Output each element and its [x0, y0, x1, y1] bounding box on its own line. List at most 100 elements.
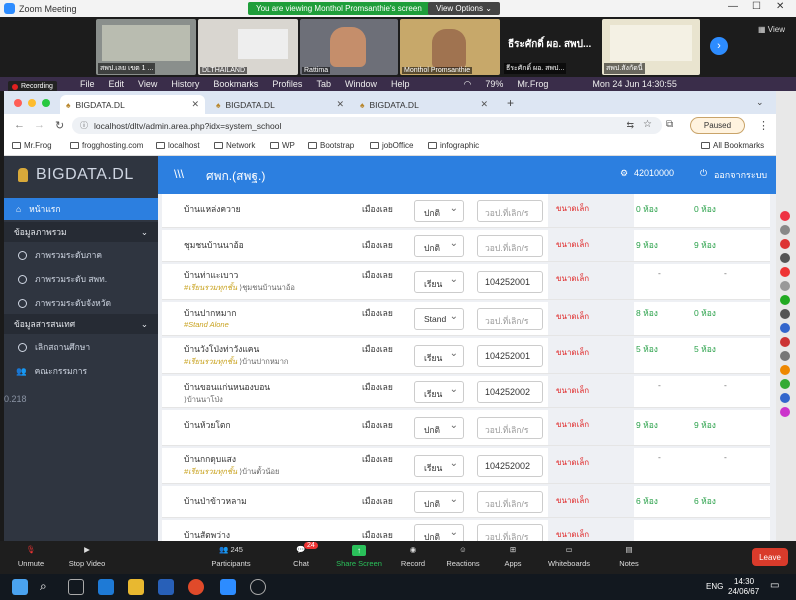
logout-link[interactable]: ออกจากระบบ [714, 168, 767, 182]
zoom-app-icon[interactable] [220, 579, 236, 595]
apps-button[interactable]: ⊞ Apps [484, 545, 542, 568]
close-tab-icon[interactable]: ✕ [336, 99, 344, 110]
maximize-window-button[interactable]: ☐ [752, 1, 761, 12]
browser-menu-icon[interactable]: ⋮ [758, 119, 769, 132]
school-code-input[interactable]: วอป.ที่เลิก/ร [477, 524, 543, 541]
chrome-icon[interactable] [188, 579, 204, 595]
settings-icon[interactable]: ⚙ [620, 168, 628, 179]
school-code-input[interactable]: วอป.ที่เลิก/ร [477, 200, 543, 222]
sidebar-item-home[interactable]: ⌂ หน้าแรก [4, 198, 158, 220]
close-traffic-light[interactable] [14, 99, 22, 107]
edge-icon[interactable] [98, 579, 114, 595]
status-select[interactable]: เรียน [414, 345, 464, 367]
menu-edit[interactable]: Edit [109, 79, 125, 89]
status-select[interactable]: ปกติ [414, 417, 464, 439]
chat-button[interactable]: 💬 Chat 24 [272, 542, 330, 568]
menu-bookmarks[interactable]: Bookmarks [213, 79, 258, 89]
menu-view[interactable]: View [138, 79, 157, 89]
zoom-traffic-light[interactable] [42, 99, 50, 107]
notification-icon[interactable]: ▭ [770, 580, 779, 591]
taskbar-date[interactable]: 24/06/67 [728, 587, 759, 596]
close-tab-icon[interactable]: ✕ [480, 99, 488, 110]
bookmark-folder[interactable]: Network [214, 141, 255, 150]
status-select[interactable]: เรียน [414, 381, 464, 403]
forward-icon[interactable]: → [34, 119, 45, 131]
menu-tab[interactable]: Tab [316, 79, 331, 89]
status-select[interactable]: เรียน [414, 271, 464, 293]
status-select[interactable]: ปกติ [414, 235, 464, 257]
close-tab-icon[interactable]: ✕ [191, 99, 199, 110]
menu-toggle-icon[interactable]: \\\ [174, 167, 184, 181]
menu-history[interactable]: History [171, 79, 199, 89]
whiteboards-button[interactable]: ▭ Whiteboards [540, 545, 598, 568]
sidebar-item-area[interactable]: ภาพรวมระดับ สพท. [4, 268, 158, 290]
browser-tab-2[interactable]: ♠ BIGDATA.DL ✕ [210, 95, 350, 114]
mac-user[interactable]: Mr.Frog [517, 79, 548, 89]
ie-icon[interactable] [158, 579, 174, 595]
url-field[interactable]: ⓘ localhost/dltv/admin.area.php?idx=syst… [72, 117, 662, 134]
task-view-icon[interactable] [68, 579, 84, 595]
minimize-window-button[interactable]: — [728, 1, 738, 12]
school-code-input[interactable]: วอป.ที่เลิก/ร [477, 491, 543, 513]
menu-help[interactable]: Help [391, 79, 410, 89]
app-brand[interactable]: BIGDATA.DL [4, 156, 158, 194]
status-select[interactable]: Stand [414, 308, 464, 330]
bookmark-folder[interactable]: Bootstrap [308, 141, 354, 150]
file-explorer-icon[interactable] [128, 579, 144, 595]
gallery-next-icon[interactable]: › [710, 37, 728, 55]
tab-search-icon[interactable]: ⌄ [756, 97, 764, 108]
status-select[interactable]: ปกติ [414, 491, 464, 513]
back-icon[interactable]: ← [14, 119, 25, 131]
status-select[interactable]: เรียน [414, 455, 464, 477]
reload-icon[interactable]: ↻ [55, 119, 64, 132]
user-id[interactable]: 42010000 [634, 168, 674, 178]
school-code-input[interactable]: วอป.ที่เลิก/ร [477, 235, 543, 257]
translate-icon[interactable]: ⇆ [626, 120, 634, 131]
sidebar-section-overview[interactable]: ข้อมูลภาพรวม ⌄ [4, 222, 158, 242]
participants-button[interactable]: 👥 245 Participants [202, 545, 260, 568]
school-code-input[interactable]: วอป.ที่เลิก/ร [477, 417, 543, 439]
status-select[interactable]: ปกติ [414, 524, 464, 541]
menu-profiles[interactable]: Profiles [272, 79, 302, 89]
logout-icon[interactable]: ⏻ [700, 168, 707, 179]
participant-tile[interactable]: ธีระศักดิ์ ผอ. สพป... ธีระศักดิ์ ผอ. สพป.… [502, 19, 600, 75]
new-tab-icon[interactable]: + [507, 96, 514, 110]
share-screen-button[interactable]: ↑ Share Screen [330, 545, 388, 568]
participant-tile[interactable]: สพป.เลย เขต 1 ... [96, 19, 196, 75]
wifi-icon[interactable]: ◠ [463, 79, 471, 90]
bookmark-folder[interactable]: infographic [428, 141, 479, 150]
school-code-input[interactable]: วอป.ที่เลิก/ร [477, 308, 543, 330]
taskbar-time[interactable]: 14:30 [734, 577, 754, 586]
bookmark-star-icon[interactable]: ☆ [643, 119, 652, 130]
school-code-input[interactable]: 104252002 [477, 455, 543, 477]
sidebar-section-info[interactable]: ข้อมูลสารสนเทศ ⌄ [4, 314, 158, 334]
bookmark-folder[interactable]: localhost [156, 141, 200, 150]
school-code-input[interactable]: 104252001 [477, 271, 543, 293]
participant-tile[interactable]: DLTHAILAND [198, 19, 298, 75]
sidebar-item-region[interactable]: ภาพรวมระดับภาค [4, 244, 158, 266]
extensions-icon[interactable]: ⧉ [666, 119, 673, 130]
notes-button[interactable]: ▤ Notes [600, 545, 658, 568]
view-options-button[interactable]: View Options ⌄ [428, 2, 500, 15]
sidebar-item-committee[interactable]: 👥 คณะกรรมการ [4, 360, 158, 382]
profile-paused-button[interactable]: Paused [690, 117, 745, 134]
browser-tab-1[interactable]: ♠ BIGDATA.DL ✕ [60, 95, 205, 114]
participant-tile[interactable]: สพป.สังกัดนี้ [602, 19, 700, 75]
school-code-input[interactable]: 104252002 [477, 381, 543, 403]
windows-start-icon[interactable] [12, 579, 28, 595]
close-window-button[interactable]: ✕ [776, 1, 784, 12]
site-info-icon[interactable]: ⓘ [80, 120, 88, 131]
menu-file[interactable]: File [80, 79, 95, 89]
bookmark-folder[interactable]: jobOffice [370, 141, 413, 150]
app-icon[interactable] [250, 579, 266, 595]
participant-tile[interactable]: Rattima [300, 19, 398, 75]
bookmark-folder[interactable]: Mr.Frog [12, 141, 52, 150]
sidebar-item-closed-schools[interactable]: เลิกสถานศึกษา [4, 336, 158, 358]
view-button[interactable]: ▦ View [758, 25, 785, 34]
participant-tile[interactable]: Monthol Promsanthie [400, 19, 500, 75]
sidebar-item-province[interactable]: ภาพรวมระดับจังหวัด [4, 292, 158, 314]
menu-window[interactable]: Window [345, 79, 377, 89]
bookmark-folder[interactable]: WP [270, 141, 295, 150]
input-language[interactable]: ENG [706, 582, 723, 591]
leave-button[interactable]: Leave [752, 548, 788, 566]
